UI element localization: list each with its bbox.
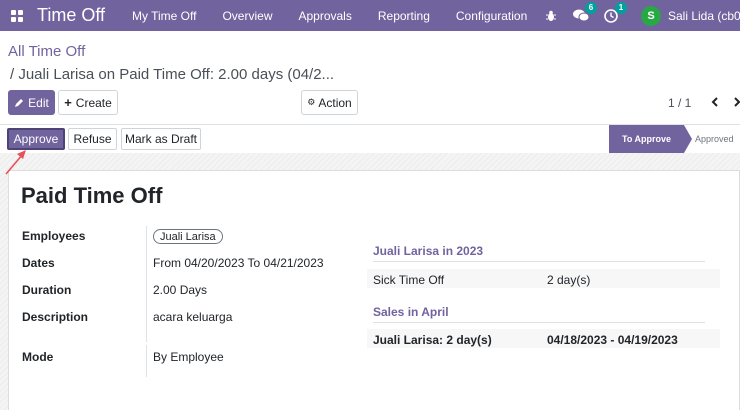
- action-button[interactable]: ⚙ Action: [301, 90, 358, 115]
- sick-time-off-value: 2 day(s): [547, 273, 591, 287]
- gear-icon: ⚙: [307, 97, 316, 107]
- menu-approvals[interactable]: Approvals: [285, 0, 364, 31]
- duration-value: 2.00 Days: [153, 283, 208, 297]
- pager-value[interactable]: 1 / 1: [668, 96, 691, 110]
- user-name[interactable]: Sali Lida (cb0: [668, 9, 740, 23]
- duration-label: Duration: [22, 283, 72, 297]
- menu-configuration[interactable]: Configuration: [443, 0, 540, 31]
- department-leave-label: Juali Larisa: 2 day(s): [373, 333, 492, 347]
- sick-time-off-label: Sick Time Off: [373, 273, 445, 287]
- mode-value: By Employee: [153, 350, 224, 364]
- form-title: Paid Time Off: [21, 183, 163, 208]
- employee-tag[interactable]: Juali Larisa: [153, 229, 223, 244]
- description-value: acara keluarga: [153, 310, 233, 324]
- refuse-button[interactable]: Refuse: [68, 128, 117, 150]
- pager-next-icon[interactable]: [731, 94, 740, 110]
- edit-button[interactable]: Edit: [8, 90, 55, 115]
- mark-as-draft-button[interactable]: Mark as Draft: [121, 128, 201, 150]
- dates-label: Dates: [22, 256, 55, 270]
- action-button-label: Action: [318, 95, 352, 110]
- department-month-heading: Sales in April: [373, 305, 449, 319]
- messages-icon[interactable]: 6: [573, 1, 597, 24]
- create-button[interactable]: + Create: [58, 90, 118, 115]
- employees-label: Employees: [22, 229, 86, 243]
- pager-previous-icon[interactable]: [709, 94, 721, 110]
- bug-icon[interactable]: [543, 8, 559, 24]
- dates-value: From 04/20/2023 To 04/21/2023: [153, 256, 324, 270]
- mode-label: Mode: [22, 350, 54, 364]
- employee-year-heading: Juali Larisa in 2023: [373, 244, 484, 258]
- approve-button[interactable]: Approve: [7, 128, 65, 150]
- apps-menu-icon[interactable]: [6, 5, 28, 27]
- edit-button-label: Edit: [28, 95, 49, 110]
- stage-approved[interactable]: Approved: [695, 125, 734, 153]
- top-navbar: Time Off My Time Off Overview Approvals …: [0, 0, 740, 31]
- user-avatar[interactable]: S: [641, 5, 661, 26]
- create-button-label: Create: [75, 95, 112, 110]
- pencil-icon: [15, 98, 24, 107]
- plus-icon: +: [64, 95, 72, 110]
- section-rule-2: [373, 322, 705, 323]
- app-title[interactable]: Time Off: [37, 5, 105, 26]
- menu-overview[interactable]: Overview: [209, 0, 285, 31]
- menu-reporting[interactable]: Reporting: [365, 0, 443, 31]
- stage-to-approve[interactable]: To Approve: [609, 125, 692, 153]
- description-label: Description: [22, 310, 89, 324]
- menu-my-time-off[interactable]: My Time Off: [119, 0, 209, 31]
- field-separator-mode: [146, 345, 147, 377]
- messages-count-badge: 6: [585, 1, 597, 14]
- field-separator: [146, 226, 147, 342]
- section-rule: [373, 261, 705, 262]
- breadcrumb-current: / Juali Larisa on Paid Time Off: 2.00 da…: [10, 66, 335, 83]
- department-leave-dates: 04/18/2023 - 04/19/2023: [547, 333, 678, 347]
- breadcrumb-parent-link[interactable]: All Time Off: [8, 43, 85, 60]
- activities-clock-icon[interactable]: 1: [603, 1, 627, 24]
- activities-count-badge: 1: [615, 1, 627, 14]
